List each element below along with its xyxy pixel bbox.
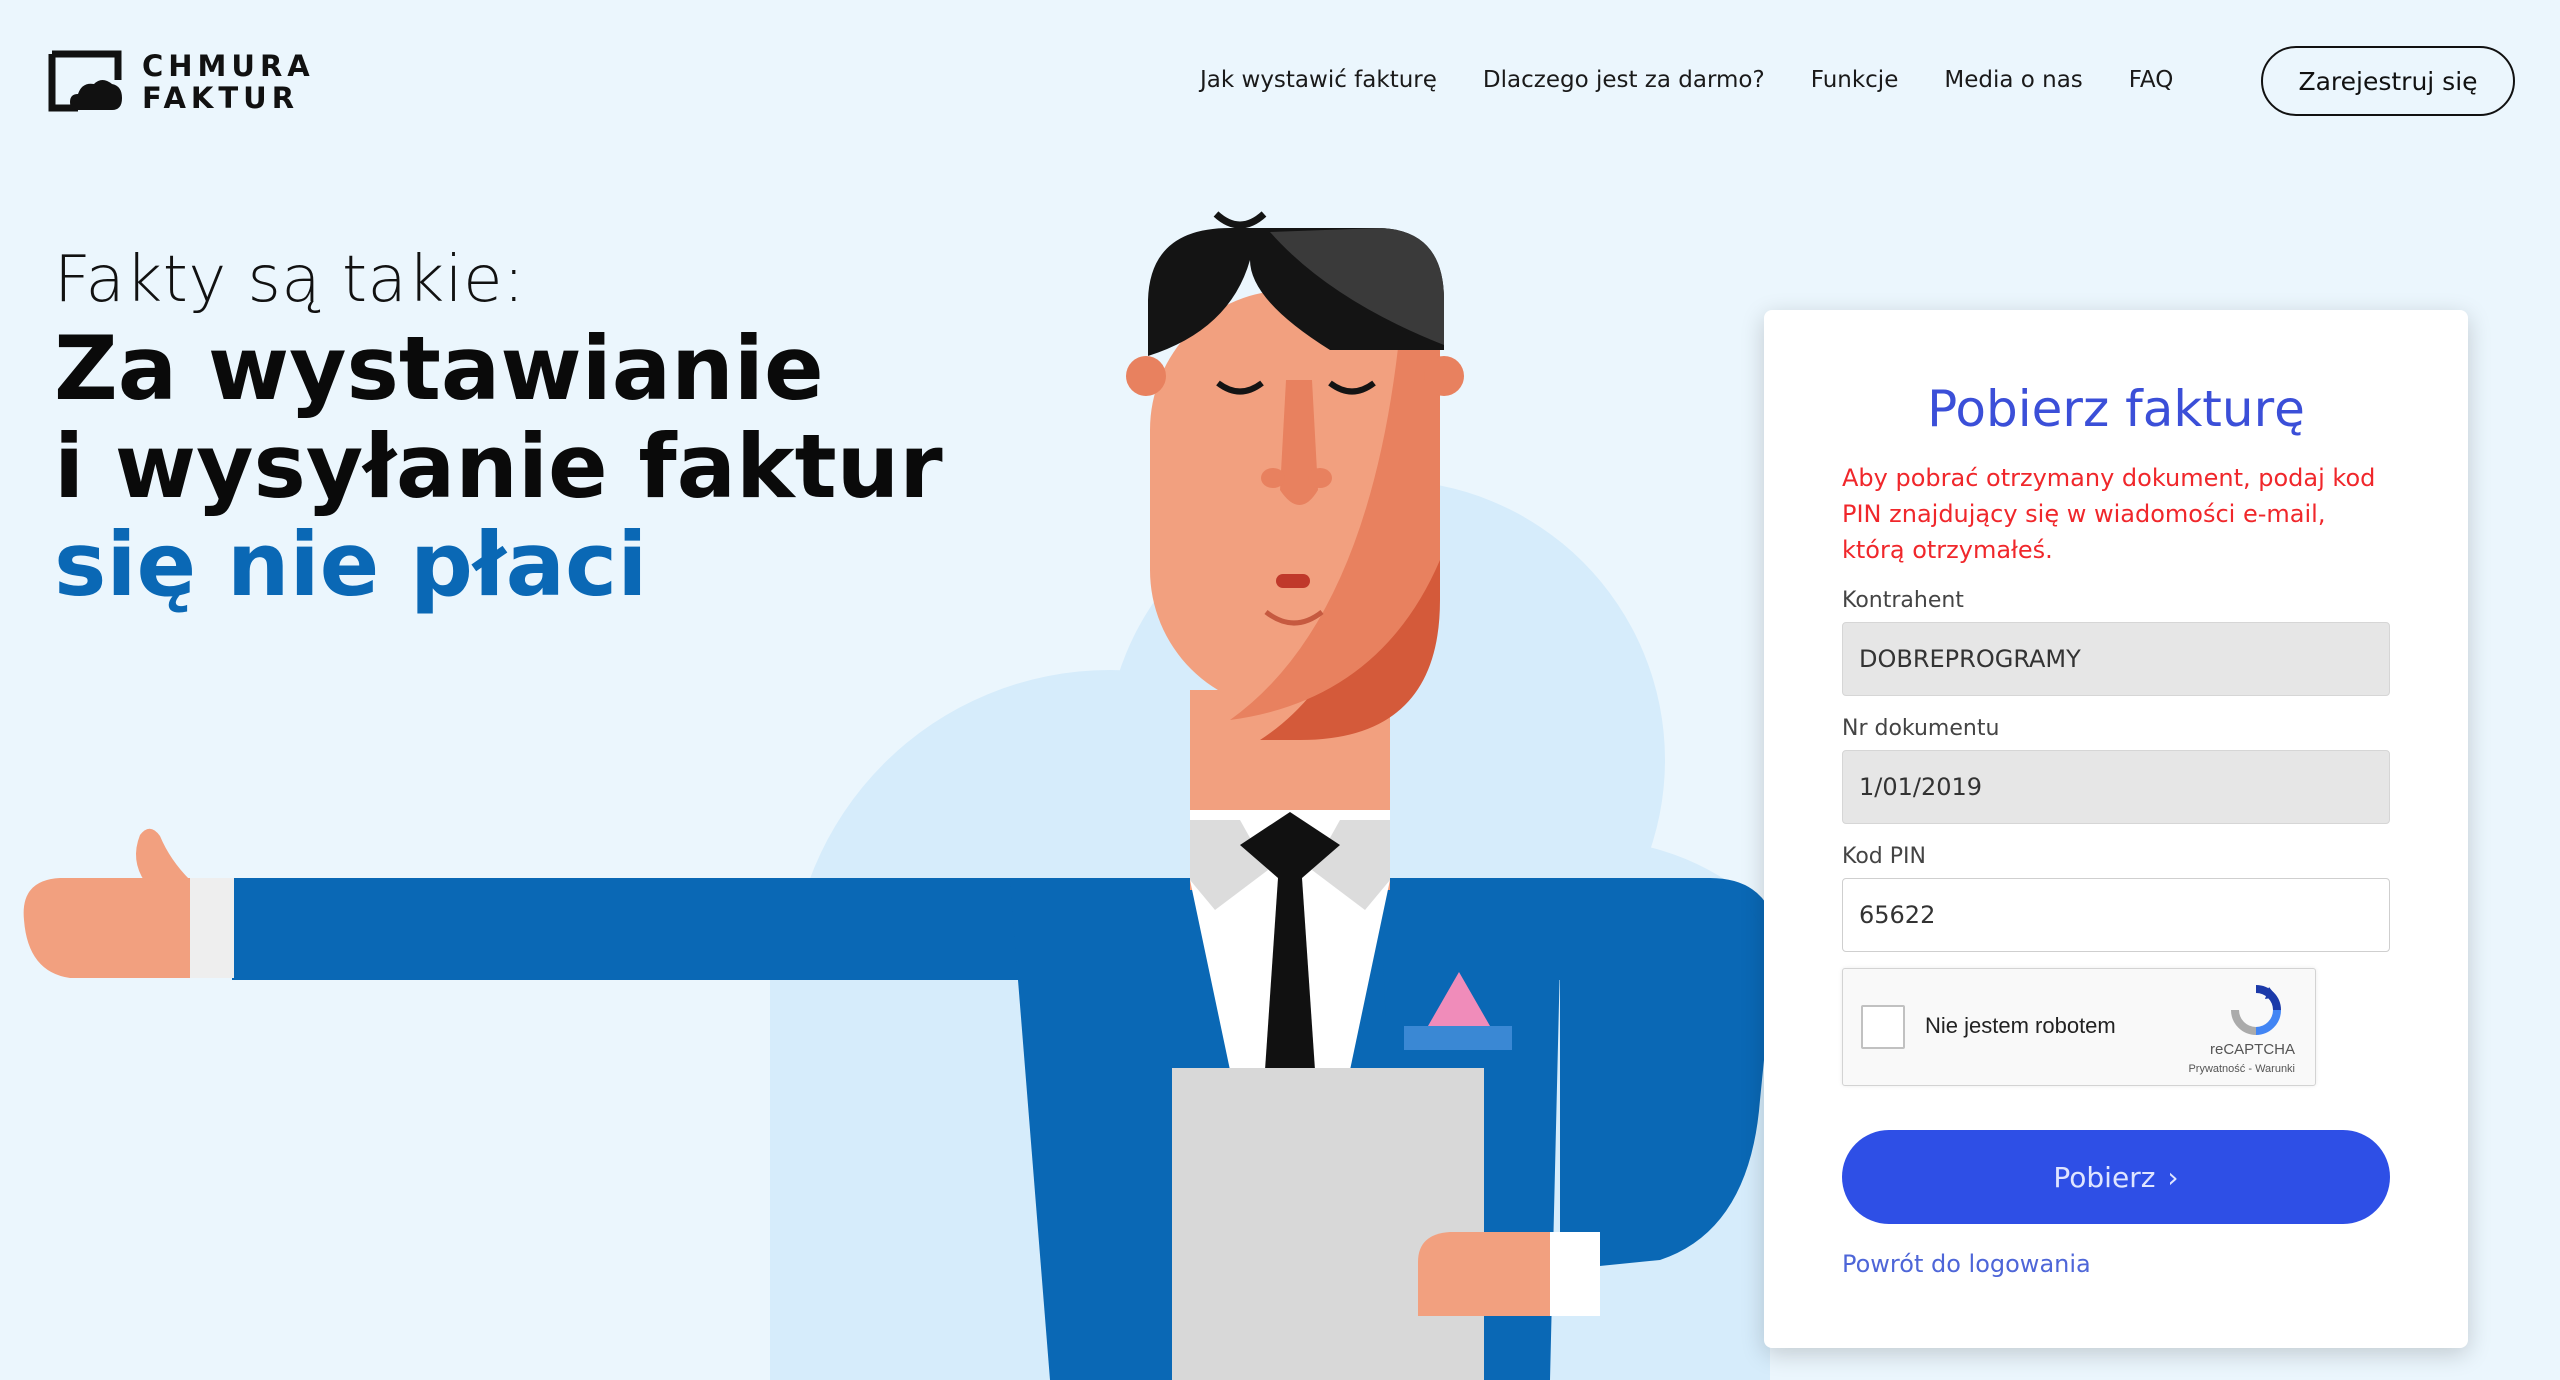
nav-why-free[interactable]: Dlaczego jest za darmo? xyxy=(1483,62,1765,98)
contractor-label: Kontrahent xyxy=(1842,588,1964,613)
document-number-field: 1/01/2019 xyxy=(1842,750,2390,824)
logo-line-1: CHMURA xyxy=(142,49,315,83)
recaptcha-icon xyxy=(2231,985,2281,1035)
pin-label: Kod PIN xyxy=(1842,844,1926,869)
recaptcha-label: Nie jestem robotem xyxy=(1925,1013,2116,1038)
main-nav: Jak wystawić fakturę Dlaczego jest za da… xyxy=(1200,62,2219,98)
download-invoice-card: Pobierz fakturę Aby pobrać otrzymany dok… xyxy=(1764,310,2468,1348)
nav-features[interactable]: Funkcje xyxy=(1811,62,1899,98)
recaptcha-brand: reCAPTCHA xyxy=(2209,1041,2295,1058)
page: CHMURA FAKTUR Jak wystawić fakturę Dlacz… xyxy=(0,0,2560,1380)
register-button[interactable]: Zarejestruj się xyxy=(2261,46,2515,116)
recaptcha-links[interactable]: Prywatność - Warunki xyxy=(2188,1063,2295,1075)
hero-line-2: i wysyłanie faktur xyxy=(54,415,943,518)
logo-text: CHMURA FAKTUR xyxy=(142,50,315,114)
contractor-field: DOBREPROGRAMY xyxy=(1842,622,2390,696)
pin-input[interactable]: 65622 xyxy=(1842,878,2390,952)
download-button-label: Pobierz xyxy=(2053,1160,2156,1194)
hero-heading: Fakty są takie: Za wystawianie i wysyłan… xyxy=(54,240,943,614)
document-number-label: Nr dokumentu xyxy=(1842,716,2000,741)
cloud-logo-icon xyxy=(48,50,122,112)
left-arm xyxy=(23,828,1780,980)
card-title: Pobierz fakturę xyxy=(1927,380,2305,438)
hero-line-1: Za wystawianie xyxy=(54,317,824,420)
chevron-right-icon: › xyxy=(2167,1160,2179,1194)
cloud-shape xyxy=(770,480,1840,1380)
recaptcha-widget: Nie jestem robotem reCAPTCHA Prywatność … xyxy=(1842,968,2316,1086)
back-to-login-link[interactable]: Powrót do logowania xyxy=(1842,1250,2091,1278)
nav-media[interactable]: Media o nas xyxy=(1944,62,2082,98)
nav-faq[interactable]: FAQ xyxy=(2129,62,2174,98)
tie xyxy=(1240,812,1340,1070)
hero-line-3: się nie płaci xyxy=(54,513,648,616)
logo[interactable]: CHMURA FAKTUR xyxy=(48,50,328,114)
recaptcha-checkbox[interactable] xyxy=(1861,1005,1905,1049)
pin-instructions: Aby pobrać otrzymany dokument, podaj kod… xyxy=(1842,464,2376,564)
hero-subtitle: Fakty są takie: xyxy=(54,243,526,317)
logo-line-2: FAKTUR xyxy=(142,81,300,115)
jacket xyxy=(1010,880,1772,1380)
nav-how-to-issue-invoice[interactable]: Jak wystawić fakturę xyxy=(1200,62,1437,98)
head xyxy=(1126,211,1464,740)
download-button[interactable]: Pobierz › xyxy=(1842,1130,2390,1224)
